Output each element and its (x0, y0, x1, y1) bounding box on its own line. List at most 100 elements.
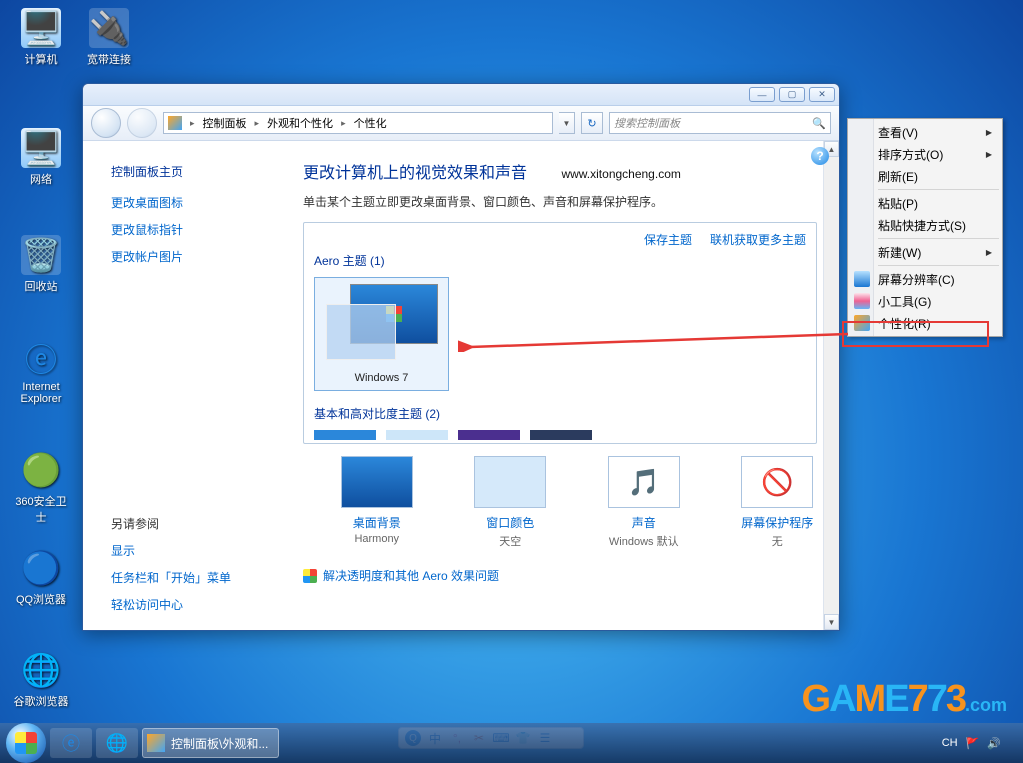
monitor-icon (854, 271, 870, 287)
menu-separator (878, 265, 999, 266)
sound-icon: 🎵 (608, 456, 680, 508)
close-button[interactable]: ✕ (809, 87, 835, 102)
desktop-icon-recycle-bin[interactable]: 🗑️回收站 (10, 235, 72, 294)
sidebar-see-also-heading: 另请参阅 (111, 515, 279, 532)
sidebar-link-taskbar-start[interactable]: 任务栏和「开始」菜单 (111, 569, 279, 586)
desktop-icon-network[interactable]: 🖥️网络 (10, 128, 72, 187)
search-icon[interactable]: 🔍 (812, 117, 826, 130)
address-dropdown-button[interactable]: ▼ (559, 112, 575, 134)
basic-section-label: 基本和高对比度主题 (2) (314, 405, 806, 422)
theme-name: Windows 7 (321, 372, 442, 384)
tray-network-icon[interactable]: 🔊 (987, 737, 1001, 750)
desktop-icon-chrome[interactable]: 🌐谷歌浏览器 (10, 650, 72, 709)
page-subtitle: 单击某个主题立即更改桌面背景、窗口颜色、声音和屏幕保护程序。 (303, 193, 817, 210)
menu-personalize[interactable]: 个性化(R) (850, 312, 1000, 334)
main-pane: ▲ ▼ ? 更改计算机上的视觉效果和声音 www.xitongcheng.com… (293, 141, 839, 630)
back-button[interactable] (91, 108, 121, 138)
breadcrumb-item[interactable]: 控制面板 (203, 115, 247, 131)
watermark-text: www.xitongcheng.com (561, 167, 680, 181)
menu-separator (878, 189, 999, 190)
watermark-logo: GAME773.com (802, 678, 1007, 721)
setting-screensaver[interactable]: 🚫 屏幕保护程序 无 (738, 456, 818, 549)
forward-button[interactable] (127, 108, 157, 138)
titlebar: — ▢ ✕ (83, 84, 839, 106)
gadget-icon (854, 293, 870, 309)
network-icon: 🖥️ (21, 128, 61, 168)
aero-section-label: Aero 主题 (1) (314, 252, 806, 269)
qq-icon: 🔵 (21, 548, 61, 588)
help-icon[interactable]: ? (811, 147, 829, 165)
scrollbar[interactable]: ▲ ▼ (823, 141, 839, 630)
sidebar-link-desktop-icons[interactable]: 更改桌面图标 (111, 194, 279, 211)
sidebar-link-mouse-pointer[interactable]: 更改鼠标指针 (111, 221, 279, 238)
get-more-themes-link[interactable]: 联机获取更多主题 (710, 231, 806, 248)
search-placeholder: 搜索控制面板 (614, 115, 680, 131)
taskbar-pinned-chrome[interactable]: 🌐 (96, 728, 138, 758)
minimize-button[interactable]: — (749, 87, 775, 102)
ie-icon: ⓔ (21, 338, 61, 378)
system-tray: CH 🚩 🔊 (942, 737, 1017, 750)
theme-box: 保存主题 联机获取更多主题 Aero 主题 (1) Windows 7 基本和高… (303, 222, 817, 444)
desktop-icon-ie[interactable]: ⓔInternet Explorer (10, 338, 72, 405)
navbar: 控制面板 外观和个性化 个性化 ▼ ↻ 搜索控制面板 🔍 (83, 106, 839, 141)
breadcrumb-sep-icon (339, 117, 348, 129)
wallpaper-icon (341, 456, 413, 508)
menu-paste-shortcut[interactable]: 粘贴快捷方式(S) (850, 214, 1000, 236)
setting-desktop-background[interactable]: 桌面背景 Harmony (337, 456, 417, 549)
taskbar-pinned-ie[interactable]: ⓔ (50, 728, 92, 758)
setting-sound[interactable]: 🎵 声音 Windows 默认 (604, 456, 684, 549)
bottom-settings-row: 桌面背景 Harmony 窗口颜色 天空 🎵 声音 Windows 默认 🚫 屏… (337, 456, 817, 549)
taskbar-task-control-panel[interactable]: 控制面板\外观和... (142, 728, 279, 758)
breadcrumb-sep-icon (253, 117, 262, 129)
chrome-icon: 🌐 (21, 650, 61, 690)
menu-sort-by[interactable]: 排序方式(O) (850, 143, 1000, 165)
shield-icon: 🟢 (21, 450, 61, 490)
menu-separator (878, 238, 999, 239)
theme-item-windows7[interactable]: Windows 7 (314, 277, 449, 391)
start-button[interactable] (6, 723, 46, 763)
desktop-icon-qq-browser[interactable]: 🔵QQ浏览器 (10, 548, 72, 607)
breadcrumb-sep-icon (188, 117, 197, 129)
search-input[interactable]: 搜索控制面板 🔍 (609, 112, 831, 134)
scroll-down-button[interactable]: ▼ (824, 614, 839, 630)
desktop-icon-computer[interactable]: 🖥️计算机 (10, 8, 72, 67)
breadcrumb-item[interactable]: 个性化 (354, 115, 387, 131)
personalize-icon (854, 315, 870, 331)
menu-gadgets[interactable]: 小工具(G) (850, 290, 1000, 312)
control-panel-icon (168, 116, 182, 130)
screensaver-icon: 🚫 (741, 456, 813, 508)
save-theme-link[interactable]: 保存主题 (644, 231, 692, 248)
desktop-icon-broadband[interactable]: 🔌宽带连接 (78, 8, 140, 67)
address-bar[interactable]: 控制面板 外观和个性化 个性化 (163, 112, 553, 134)
setting-window-color[interactable]: 窗口颜色 天空 (471, 456, 551, 549)
desktop-context-menu: 查看(V) 排序方式(O) 刷新(E) 粘贴(P) 粘贴快捷方式(S) 新建(W… (847, 118, 1003, 337)
menu-view[interactable]: 查看(V) (850, 121, 1000, 143)
refresh-button[interactable]: ↻ (581, 112, 603, 134)
page-title: 更改计算机上的视觉效果和声音 (303, 165, 527, 182)
desktop-icon-360[interactable]: 🟢360安全卫士 (10, 450, 72, 525)
control-panel-window: — ▢ ✕ 控制面板 外观和个性化 个性化 ▼ ↻ 搜索控制面板 🔍 控制面板主… (82, 83, 840, 631)
trash-icon: 🗑️ (21, 235, 61, 275)
sidebar-link-display[interactable]: 显示 (111, 542, 279, 559)
aero-troubleshoot-link[interactable]: 解决透明度和其他 Aero 效果问题 (303, 567, 817, 584)
maximize-button[interactable]: ▢ (779, 87, 805, 102)
taskbar: ⓔ 🌐 控制面板\外观和... CH 🚩 🔊 (0, 723, 1023, 763)
sidebar-link-ease-of-access[interactable]: 轻松访问中心 (111, 596, 279, 613)
menu-screen-resolution[interactable]: 屏幕分辨率(C) (850, 268, 1000, 290)
control-panel-icon (147, 734, 165, 752)
menu-refresh[interactable]: 刷新(E) (850, 165, 1000, 187)
windows-logo-icon (15, 732, 37, 754)
sidebar-link-account-picture[interactable]: 更改帐户图片 (111, 248, 279, 265)
plug-icon: 🔌 (89, 8, 129, 48)
tray-flag-icon[interactable]: 🚩 (966, 737, 980, 750)
sidebar: 控制面板主页 更改桌面图标 更改鼠标指针 更改帐户图片 另请参阅 显示 任务栏和… (83, 141, 293, 630)
sidebar-heading[interactable]: 控制面板主页 (111, 163, 279, 180)
basic-themes-row (314, 430, 806, 440)
monitor-icon: 🖥️ (21, 8, 61, 48)
menu-paste[interactable]: 粘贴(P) (850, 192, 1000, 214)
theme-thumbnail (322, 284, 442, 366)
breadcrumb-item[interactable]: 外观和个性化 (267, 115, 333, 131)
menu-new[interactable]: 新建(W) (850, 241, 1000, 263)
color-icon (474, 456, 546, 508)
tray-lang-indicator[interactable]: CH (942, 737, 958, 749)
